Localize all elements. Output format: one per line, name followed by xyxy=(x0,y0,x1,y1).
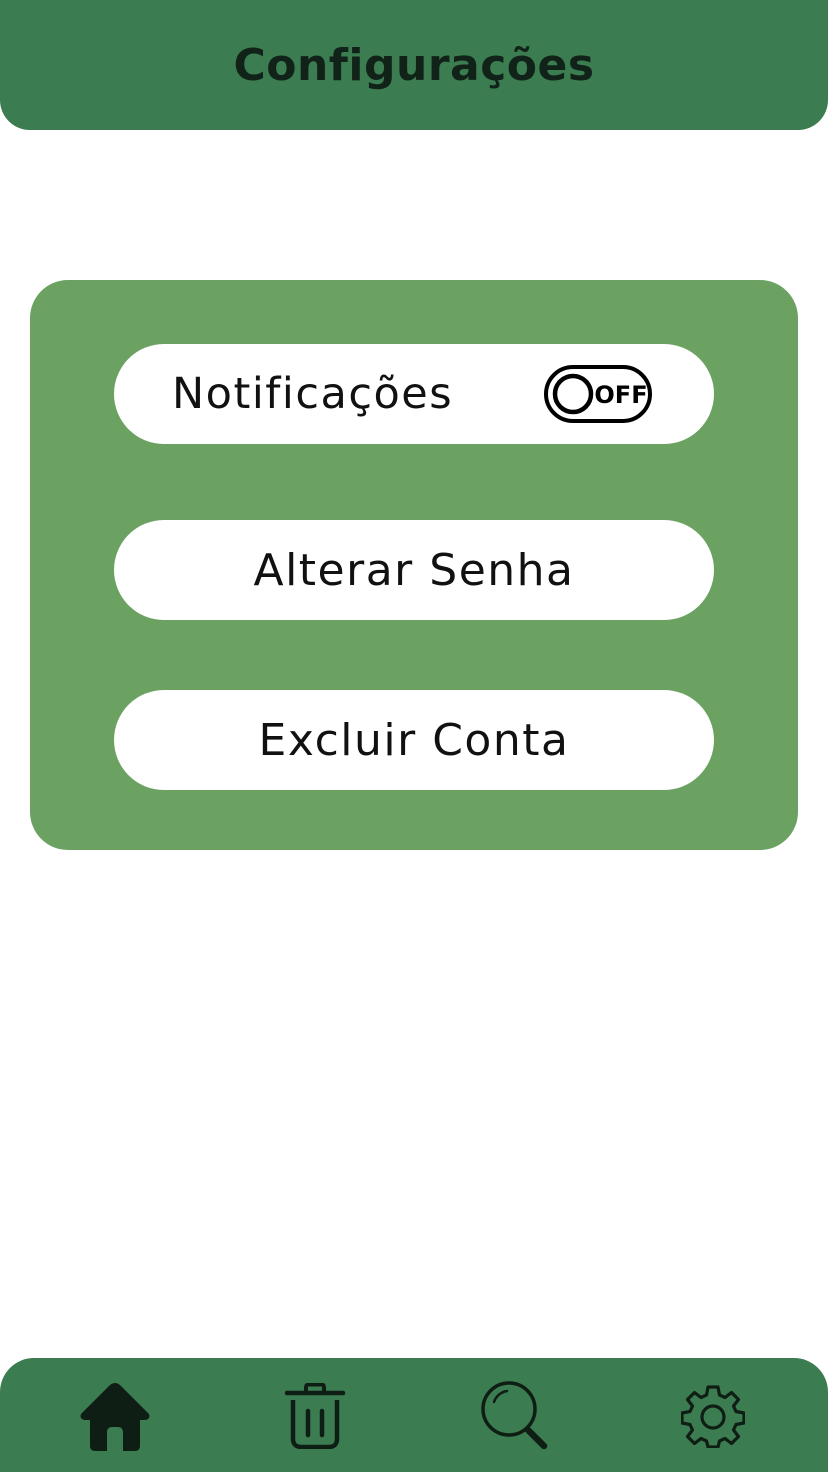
change-password-button[interactable]: Alterar Senha xyxy=(114,520,714,620)
notifications-setting[interactable]: Notificações OFF xyxy=(114,344,714,444)
header-bar: Configurações xyxy=(0,0,828,130)
nav-search-button[interactable] xyxy=(475,1376,555,1456)
nav-trash-button[interactable] xyxy=(275,1376,355,1456)
bottom-nav-bar xyxy=(0,1358,828,1472)
toggle-knob xyxy=(552,373,594,415)
toggle-state-text: OFF xyxy=(594,381,647,409)
delete-account-label: Excluir Conta xyxy=(258,714,570,766)
notifications-toggle[interactable]: OFF xyxy=(544,365,652,423)
settings-panel: Notificações OFF Alterar Senha Excluir C… xyxy=(30,280,798,850)
nav-home-button[interactable] xyxy=(75,1376,155,1456)
gear-icon xyxy=(681,1385,745,1448)
notifications-label: Notificações xyxy=(172,369,454,419)
nav-settings-button[interactable] xyxy=(673,1376,753,1456)
search-icon xyxy=(481,1381,548,1450)
change-password-label: Alterar Senha xyxy=(253,544,575,596)
home-icon xyxy=(80,1383,150,1451)
trash-icon xyxy=(284,1383,346,1449)
page-title: Configurações xyxy=(233,39,595,91)
delete-account-button[interactable]: Excluir Conta xyxy=(114,690,714,790)
